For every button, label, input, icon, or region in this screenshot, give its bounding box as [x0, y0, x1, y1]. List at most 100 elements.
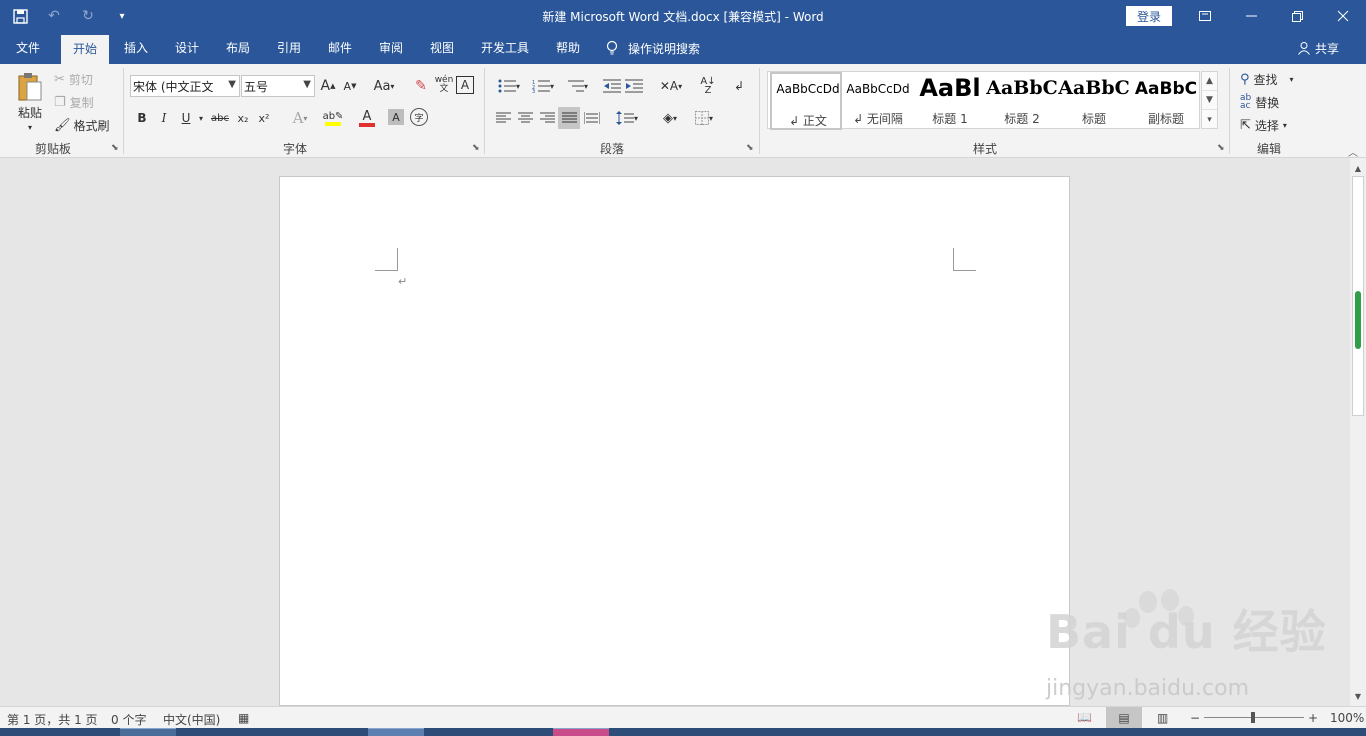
zoom-level[interactable]: 100% [1330, 711, 1364, 725]
read-mode-icon[interactable]: 📖 [1077, 710, 1092, 724]
tab-view[interactable]: 视图 [420, 32, 464, 64]
justify-button[interactable] [558, 107, 580, 129]
multilevel-list-button[interactable]: ▾ [562, 76, 592, 96]
scroll-up-icon[interactable]: ▲ [1350, 160, 1366, 176]
borders-button[interactable]: ▾ [688, 108, 720, 128]
italic-button[interactable]: I [156, 108, 172, 128]
zoom-slider-thumb[interactable] [1251, 712, 1255, 723]
tab-mailings[interactable]: 邮件 [318, 32, 362, 64]
strikethrough-button[interactable]: abc [209, 108, 231, 128]
paste-label: 粘贴 [17, 106, 42, 120]
style-heading-2[interactable]: AaBbC 标题 2 [986, 72, 1058, 130]
zoom-out-icon[interactable]: − [1190, 711, 1200, 725]
style-no-spacing[interactable]: AaBbCcDd ↲ 无间隔 [842, 72, 914, 130]
format-painter-button[interactable]: 🖌 格式刷 [54, 116, 110, 134]
word-count[interactable]: 0 个字 [111, 711, 146, 728]
line-spacing-button[interactable]: ▾ [612, 108, 642, 128]
paste-button[interactable]: 粘贴 ▾ [12, 70, 48, 134]
cut-button[interactable]: ✂ 剪切 [54, 70, 93, 88]
phonetic-guide-button[interactable]: wén 文 [434, 74, 454, 96]
share-button[interactable]: 共享 [1297, 32, 1339, 64]
text-effects-button[interactable]: A ▾ [286, 107, 314, 129]
numbering-button[interactable]: 1 2 3 ▾ [528, 76, 558, 96]
tab-developer[interactable]: 开发工具 [474, 32, 536, 64]
tab-help[interactable]: 帮助 [546, 32, 590, 64]
bullets-button[interactable]: ▾ [494, 76, 524, 96]
style-preview: AaBbCcDd [776, 82, 840, 96]
paragraph-launcher-icon[interactable]: ⬊ [746, 143, 754, 153]
page-count[interactable]: 第 1 页，共 1 页 [7, 711, 98, 728]
copy-button[interactable]: ❐ 复制 [54, 93, 94, 111]
document-page[interactable]: ↵ [279, 176, 1070, 706]
collapse-ribbon-icon[interactable]: ︿ [1348, 144, 1358, 159]
scroll-down-icon[interactable]: ▼ [1350, 688, 1366, 704]
close-icon[interactable] [1320, 0, 1366, 32]
language-indicator[interactable]: 中文(中国) [163, 711, 220, 728]
asian-layout-button[interactable]: ✕A ▾ [656, 76, 686, 96]
underline-button[interactable]: U [178, 108, 194, 128]
zoom-in-icon[interactable]: + [1308, 711, 1318, 725]
font-color-icon: A [362, 108, 372, 124]
show-marks-button[interactable]: ↲ [730, 76, 748, 96]
print-layout-icon[interactable]: ▤ [1106, 707, 1142, 728]
macro-record-icon[interactable]: ▦ [238, 711, 249, 725]
style-subtitle[interactable]: AaBbC 副标题 [1130, 72, 1202, 130]
bold-button[interactable]: B [134, 108, 150, 128]
font-size-combo[interactable]: 五号 ▼ [241, 75, 315, 97]
taskbar-item[interactable] [553, 728, 609, 736]
minimize-icon[interactable] [1228, 0, 1274, 32]
chevron-down-icon[interactable]: ▼ [1202, 91, 1217, 110]
font-color-button[interactable]: A [352, 107, 382, 129]
styles-launcher-icon[interactable]: ⬊ [1217, 143, 1225, 153]
subscript-button[interactable]: x₂ [234, 108, 252, 128]
align-center-button[interactable] [516, 108, 534, 128]
style-normal[interactable]: AaBbCcDd ↲ 正文 [770, 72, 842, 130]
increase-indent-button[interactable] [624, 76, 644, 96]
font-launcher-icon[interactable]: ⬊ [472, 143, 480, 153]
vertical-scrollbar[interactable]: ▲ ▼ [1350, 158, 1366, 706]
styles-gallery: AaBbCcDd ↲ 正文 AaBbCcDd ↲ 无间隔 AaBl 标题 1 A… [767, 71, 1202, 130]
style-title[interactable]: AaBbC 标题 [1058, 72, 1130, 130]
tab-home[interactable]: 开始 [61, 35, 109, 64]
highlight-button[interactable]: ab✎ [318, 107, 348, 129]
distributed-button[interactable] [582, 108, 602, 128]
clear-formatting-button[interactable]: ✎ [412, 76, 430, 96]
login-button[interactable]: 登录 [1126, 6, 1172, 26]
replace-button[interactable]: ab ac 替换 [1240, 93, 1279, 111]
tab-review[interactable]: 审阅 [369, 32, 413, 64]
ribbon-display-options-icon[interactable] [1182, 0, 1228, 32]
change-case-button[interactable]: Aa ▾ [370, 76, 398, 96]
find-button[interactable]: ⚲ 查找 ▾ [1240, 70, 1294, 88]
grow-font-button[interactable]: A ▲ [320, 76, 336, 96]
sort-button[interactable]: A↓ Z [698, 76, 718, 96]
tab-layout[interactable]: 布局 [216, 32, 260, 64]
scroll-thumb[interactable] [1355, 291, 1361, 349]
character-shading-button[interactable]: A [388, 109, 404, 125]
clipboard-launcher-icon[interactable]: ⬊ [111, 143, 119, 153]
shading-button[interactable]: ◈ ▾ [654, 108, 686, 128]
tab-design[interactable]: 设计 [165, 32, 209, 64]
restore-icon[interactable] [1274, 0, 1320, 32]
chevron-up-icon[interactable]: ▲ [1202, 72, 1217, 91]
more-styles-icon[interactable]: ▾ [1202, 110, 1217, 129]
group-divider [123, 68, 124, 154]
character-border-button[interactable]: A [456, 76, 474, 94]
align-left-button[interactable] [494, 108, 512, 128]
taskbar-item[interactable] [368, 728, 424, 736]
superscript-button[interactable]: x² [255, 108, 273, 128]
enclose-characters-button[interactable]: 字 [410, 108, 428, 126]
group-divider [484, 68, 485, 154]
tab-references[interactable]: 引用 [267, 32, 311, 64]
shrink-font-button[interactable]: A ▼ [342, 76, 358, 96]
select-button[interactable]: ⇱ 选择 ▾ [1240, 116, 1287, 134]
tab-insert[interactable]: 插入 [114, 32, 158, 64]
style-heading-1[interactable]: AaBl 标题 1 [914, 72, 986, 130]
tell-me-search[interactable]: 操作说明搜索 [606, 32, 700, 64]
tab-file[interactable]: 文件 [6, 32, 50, 64]
web-layout-icon[interactable]: ▥ [1157, 711, 1168, 725]
align-right-button[interactable] [538, 108, 556, 128]
font-name-combo[interactable]: 宋体 (中文正文 ▼ [130, 75, 240, 97]
taskbar-item[interactable] [120, 728, 176, 736]
underline-dropdown-icon[interactable]: ▾ [196, 108, 206, 128]
decrease-indent-button[interactable] [602, 76, 622, 96]
